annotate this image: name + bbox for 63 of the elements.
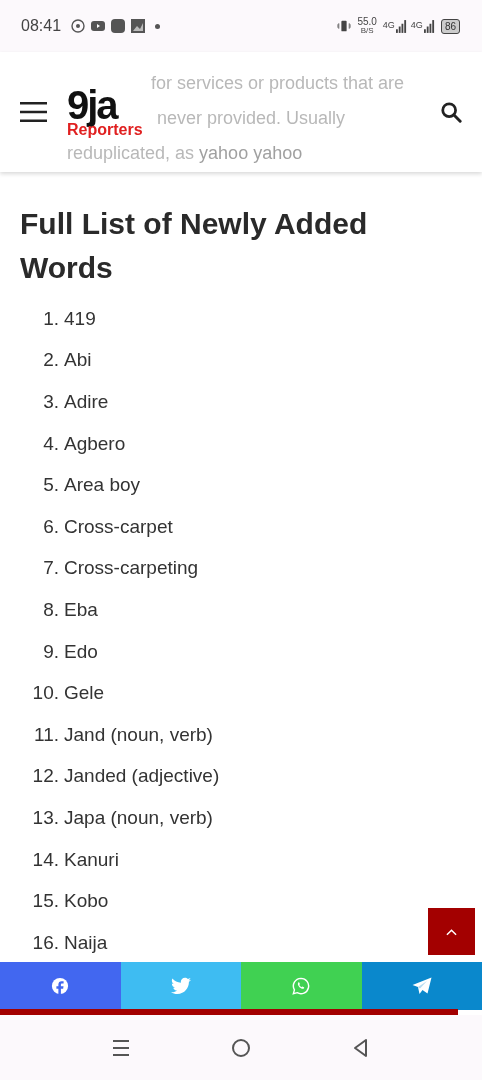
list-number: 12. [31, 765, 60, 788]
list-item-text: Japa (noun, verb) [64, 806, 213, 829]
network-type: 4G [410, 19, 423, 30]
section-heading: Full List of Newly Added Words [20, 206, 369, 286]
list-number: 5. [42, 474, 60, 497]
search-icon[interactable] [440, 101, 462, 123]
list-number: 7. [42, 557, 60, 580]
list-number: 2. [42, 349, 60, 372]
list-number: 8. [42, 598, 60, 621]
list-item-text: Janded (adjective) [64, 765, 220, 788]
background-text: never provided. Usually [157, 107, 346, 130]
phone-bubble-icon [291, 977, 312, 995]
share-button[interactable] [241, 962, 362, 1010]
list-item-text: Jand (noun, verb) [64, 723, 213, 746]
list-item-text: Edo [64, 640, 98, 663]
list-number: 14. [31, 848, 60, 871]
app-icon [111, 19, 126, 33]
notification-icon [71, 19, 86, 33]
signal-icon [395, 19, 407, 33]
list-number: 16. [31, 931, 60, 954]
list-item-text: Kanuri [64, 848, 119, 871]
vibrate-icon [337, 19, 352, 33]
facebook-icon [50, 977, 71, 995]
list-number: 13. [31, 806, 60, 829]
network-speed: 55.0 [357, 17, 377, 27]
network-type: 4G [382, 19, 395, 30]
list-number: 10. [31, 682, 60, 705]
list-item-text: 419 [64, 307, 96, 330]
list-number: 15. [31, 890, 60, 913]
bird-icon [170, 977, 191, 995]
list-item-text: Area boy [64, 474, 141, 497]
list-item-text: Kobo [64, 890, 109, 913]
list-item-text: Naija [64, 931, 108, 954]
site-logo[interactable]: 9ja Reporters [67, 86, 143, 138]
battery-icon: 86 [440, 18, 460, 34]
list-item-text: Eba [64, 598, 98, 621]
list-item-text: Gele [64, 682, 105, 705]
share-button[interactable] [0, 962, 121, 1010]
list-number: 11. [33, 723, 60, 746]
background-text: for services or products that are [151, 72, 405, 95]
more-notifications-icon [155, 23, 161, 29]
list-number: 6. [42, 515, 60, 538]
clock: 08:41 [21, 17, 62, 35]
list-number: 3. [42, 391, 60, 413]
speed-unit: B/S [360, 27, 374, 35]
menu-icon[interactable] [20, 101, 47, 123]
list-item-text: Cross-carpet [64, 515, 173, 538]
list-item-text: Agbero [64, 432, 126, 455]
image-icon [131, 19, 146, 33]
play-icon [91, 19, 106, 33]
home-icon[interactable] [231, 1037, 251, 1058]
caret-icon [446, 927, 457, 936]
list-item-text: Cross-carpeting [64, 557, 199, 580]
list-item-text: Abi [64, 349, 92, 372]
list-number: 9. [42, 640, 60, 663]
list-number: 4. [42, 432, 60, 455]
list-number: 1. [42, 307, 60, 330]
share-button[interactable] [120, 962, 241, 1010]
recent-apps-icon[interactable] [111, 1037, 131, 1058]
signal-icon [423, 19, 435, 33]
list-item-text: Adire [64, 391, 109, 413]
background-text: reduplicated, as yahoo yahoo [67, 142, 303, 165]
paper-plane-icon [411, 977, 432, 995]
